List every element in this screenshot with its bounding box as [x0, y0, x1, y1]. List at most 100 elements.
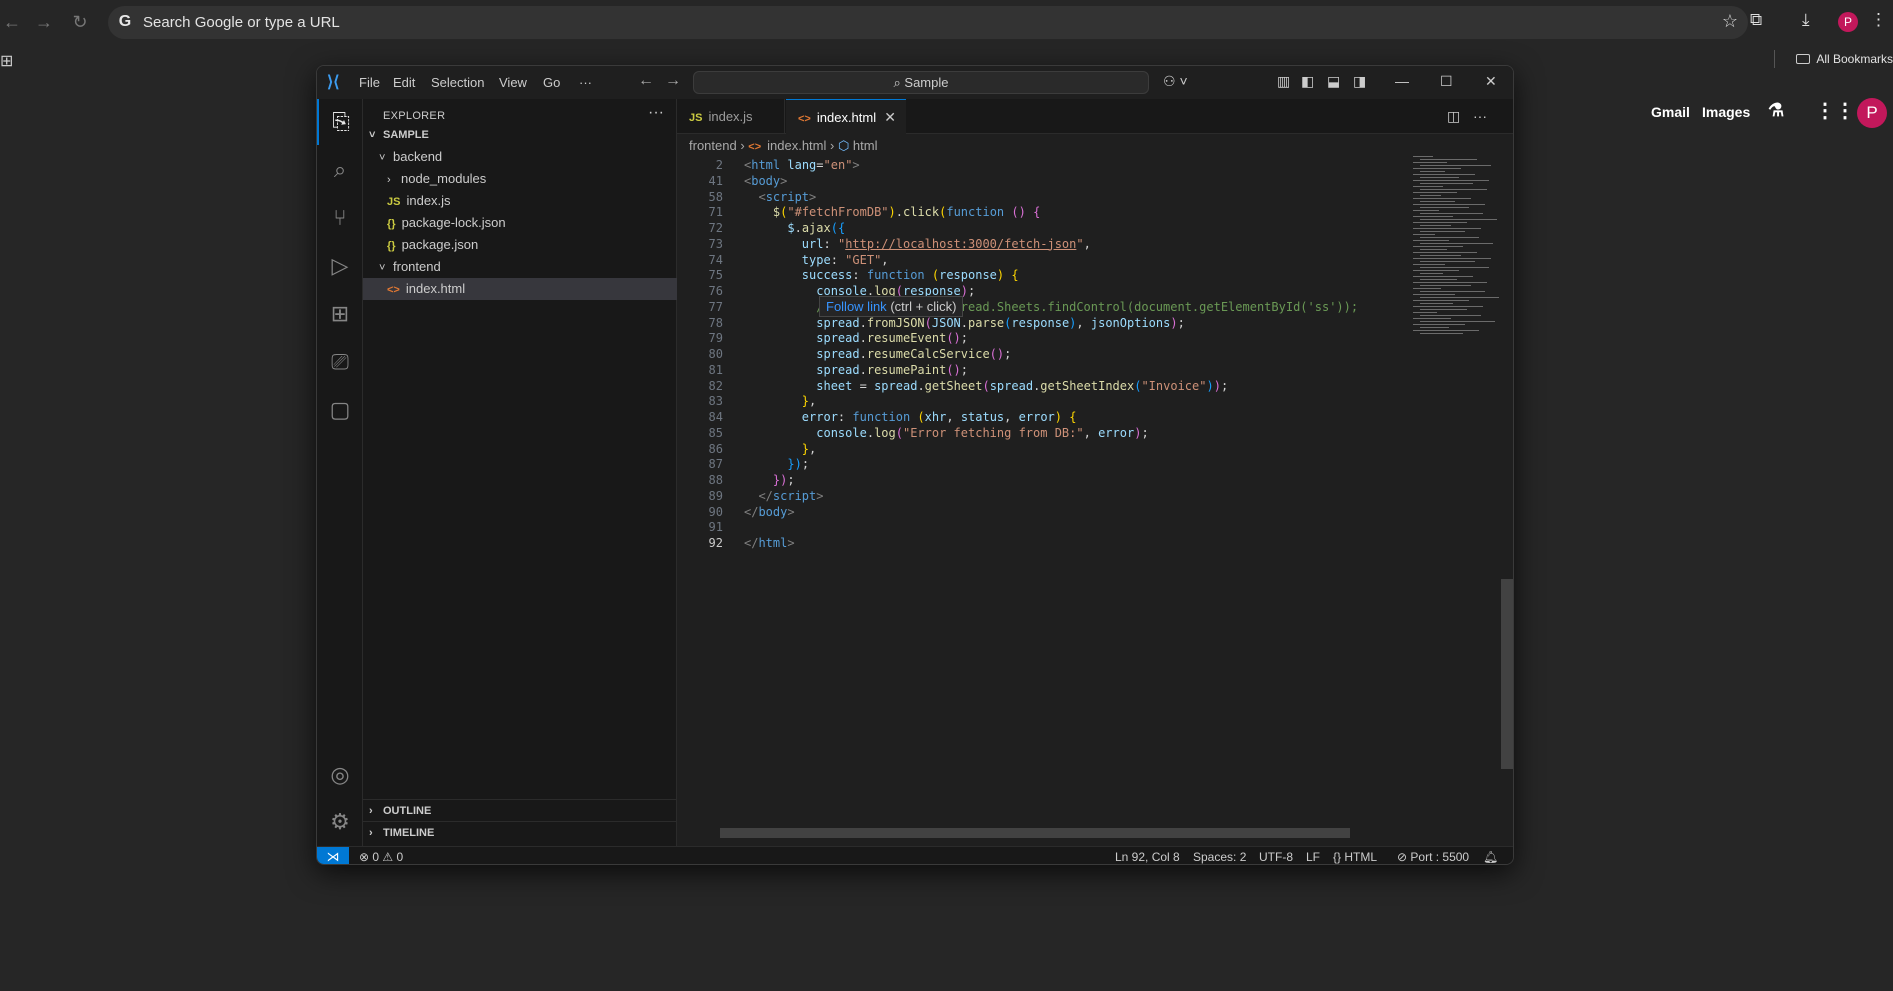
remote-explorer-icon[interactable]: ⎚: [317, 339, 363, 385]
bookmark-star-icon[interactable]: ☆: [1722, 11, 1738, 32]
all-bookmarks-button[interactable]: All Bookmarks: [1796, 52, 1893, 66]
tab-index-html[interactable]: <> index.html ✕: [786, 99, 906, 134]
menu-more[interactable]: ···: [579, 75, 592, 90]
tab-close-icon[interactable]: ✕: [884, 100, 896, 135]
horizontal-scrollbar[interactable]: [720, 828, 1350, 838]
minimap-line: [1420, 309, 1467, 310]
gmail-link[interactable]: Gmail: [1651, 104, 1690, 120]
source-control-icon[interactable]: ⑂: [317, 195, 363, 241]
minimap-line: [1413, 240, 1449, 241]
follow-link[interactable]: Follow link: [826, 299, 887, 314]
tree-file-index-html[interactable]: <> index.html: [363, 278, 677, 300]
cursor-position[interactable]: Ln 92, Col 8: [1115, 847, 1180, 864]
minimap[interactable]: [1413, 156, 1501, 356]
timeline-section[interactable]: › TIMELINE: [363, 821, 677, 843]
profile-avatar[interactable]: P: [1838, 12, 1858, 32]
all-bookmarks-label: All Bookmarks: [1816, 52, 1893, 66]
apps-grid-icon[interactable]: ⊞: [0, 51, 13, 71]
close-window-icon[interactable]: ✕: [1485, 73, 1497, 90]
toggle-panel-icon[interactable]: ⬓: [1327, 73, 1340, 90]
menu-file[interactable]: File: [359, 75, 380, 90]
live-server-port[interactable]: ⊘ Port : 5500: [1397, 847, 1469, 864]
line-content: </html>: [744, 536, 795, 550]
indentation[interactable]: Spaces: 2: [1193, 847, 1246, 864]
outline-section[interactable]: › OUTLINE: [363, 799, 677, 821]
tree-file-package-lock[interactable]: {} package-lock.json: [363, 212, 677, 234]
minimap-line: [1413, 180, 1489, 181]
manage-gear-icon[interactable]: ⚙: [317, 799, 363, 845]
google-apps-icon[interactable]: ⋮⋮: [1815, 98, 1855, 123]
tooltip-hint: (ctrl + click): [890, 299, 957, 314]
vertical-scrollbar[interactable]: [1501, 579, 1513, 769]
minimap-line: [1413, 312, 1437, 313]
tree-folder-backend[interactable]: ˅ backend: [363, 146, 677, 168]
tree-folder-frontend[interactable]: ˅ frontend: [363, 256, 677, 278]
breadcrumb-folder[interactable]: frontend: [689, 138, 737, 153]
breadcrumb-file[interactable]: index.html: [767, 138, 826, 153]
forward-arrow-icon[interactable]: →: [32, 10, 56, 34]
problems-indicator[interactable]: ⊗ 0 ⚠ 0: [359, 847, 403, 864]
labs-flask-icon[interactable]: ⚗: [1768, 100, 1784, 121]
back-arrow-icon[interactable]: ←: [0, 10, 24, 34]
code-editor[interactable]: 2 <html lang="en"> 41 <body> 58 <script> 71 $…: [677, 156, 1377, 816]
minimap-line: [1420, 315, 1481, 316]
menu-view[interactable]: View: [499, 75, 527, 90]
nav-back-icon[interactable]: ←: [638, 72, 654, 90]
reload-icon[interactable]: ↻: [68, 10, 92, 34]
images-link[interactable]: Images: [1702, 104, 1750, 120]
tree-file-package-json[interactable]: {} package.json: [363, 234, 677, 256]
minimap-line: [1413, 276, 1473, 277]
minimap-line: [1413, 252, 1477, 253]
explorer-more-icon[interactable]: ···: [648, 104, 664, 122]
search-icon[interactable]: ⌕: [317, 147, 363, 193]
explorer-icon[interactable]: ⎘: [317, 99, 363, 145]
omnibox[interactable]: G Search Google or type a URL ☆: [108, 6, 1748, 39]
vscode-logo-icon: ⟩⟨: [327, 74, 340, 91]
extensions-icon[interactable]: ⊞: [317, 291, 363, 337]
customize-layout-icon[interactable]: ▥: [1277, 73, 1290, 90]
end-of-line[interactable]: LF: [1306, 847, 1320, 864]
minimap-line: [1413, 234, 1435, 235]
tab-label: index.html: [816, 110, 877, 125]
chevron-right-icon: ›: [369, 805, 373, 817]
minimap-line: [1413, 306, 1483, 307]
command-center[interactable]: ⌕ Sample: [693, 71, 1149, 94]
tree-folder-node-modules[interactable]: › node_modules: [363, 168, 677, 190]
tab-index-js[interactable]: JS index.js: [677, 99, 785, 134]
folder-icon: [1796, 54, 1811, 64]
encoding[interactable]: UTF-8: [1259, 847, 1293, 864]
language-label: HTML: [1344, 850, 1378, 864]
notifications-bell-icon[interactable]: 🔔︎: [1483, 847, 1498, 864]
menu-selection[interactable]: Selection: [431, 75, 484, 90]
minimap-line: [1413, 300, 1469, 301]
chevron-down-icon: ˅: [379, 262, 386, 274]
language-mode[interactable]: {} HTML: [1333, 847, 1378, 864]
menu-go[interactable]: Go: [543, 75, 560, 90]
accounts-icon[interactable]: ◎: [317, 752, 363, 798]
download-icon[interactable]: ⤓: [1802, 10, 1810, 30]
breadcrumb-symbol[interactable]: html: [853, 138, 878, 153]
panel-square-icon[interactable]: ▢: [317, 387, 363, 433]
split-editor-icon[interactable]: ◫: [1447, 108, 1460, 125]
code-line[interactable]: 92 </html>: [677, 534, 1397, 553]
maximize-icon[interactable]: ☐: [1440, 73, 1453, 90]
minimap-line: [1413, 228, 1481, 229]
menu-edit[interactable]: Edit: [393, 75, 415, 90]
google-account-avatar[interactable]: P: [1857, 98, 1887, 128]
toggle-secondary-sidebar-icon[interactable]: ◨: [1353, 73, 1366, 90]
workspace-root[interactable]: ˅ SAMPLE: [363, 124, 677, 146]
google-g-icon: G: [118, 13, 132, 30]
error-count: 0: [372, 850, 380, 864]
copilot-icon[interactable]: ⚇ ˅: [1163, 73, 1188, 90]
chrome-menu-icon[interactable]: ⋮: [1870, 10, 1887, 30]
extensions-icon[interactable]: ⧉: [1750, 10, 1762, 30]
run-debug-icon[interactable]: ▷: [317, 243, 363, 289]
editor-more-icon[interactable]: ···: [1473, 108, 1487, 124]
remote-indicator-icon[interactable]: ⋊: [317, 847, 349, 864]
tree-file-index-js[interactable]: JS index.js: [363, 190, 677, 212]
toggle-sidebar-icon[interactable]: ◧: [1301, 73, 1314, 90]
minimap-line: [1413, 210, 1439, 211]
minimize-icon[interactable]: —: [1395, 73, 1409, 89]
chevron-down-icon: ˅: [369, 129, 376, 141]
nav-forward-icon[interactable]: →: [665, 72, 681, 90]
